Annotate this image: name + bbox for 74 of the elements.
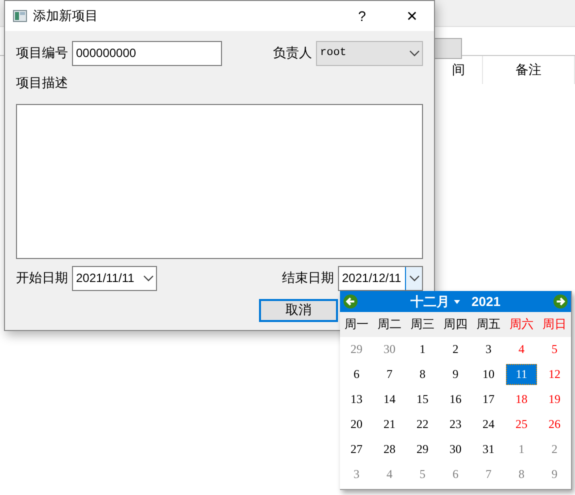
calendar-day[interactable]: 9 xyxy=(539,464,570,485)
calendar-day[interactable]: 25 xyxy=(506,414,537,435)
weekday-header: 周一 xyxy=(340,312,373,337)
field-label: 开始日期 xyxy=(16,269,68,287)
calendar-day[interactable]: 29 xyxy=(407,439,438,460)
calendar-day[interactable]: 17 xyxy=(473,389,504,410)
calendar-day[interactable]: 21 xyxy=(374,414,405,435)
calendar-day[interactable]: 11 xyxy=(506,364,537,385)
weekday-header: 周日 xyxy=(538,312,571,337)
column-header[interactable]: 备注 xyxy=(483,56,575,84)
chevron-down-icon xyxy=(142,274,154,282)
calendar-day[interactable]: 8 xyxy=(407,364,438,385)
calendar-day[interactable]: 28 xyxy=(374,439,405,460)
calendar-day[interactable]: 1 xyxy=(506,439,537,460)
calendar-day[interactable]: 2 xyxy=(440,339,471,360)
weekday-header: 周五 xyxy=(472,312,505,337)
calendar-day[interactable]: 4 xyxy=(374,464,405,485)
calendar-day[interactable]: 15 xyxy=(407,389,438,410)
calendar-day[interactable]: 7 xyxy=(374,364,405,385)
start-date-picker[interactable]: 2021/11/11 xyxy=(72,266,157,290)
calendar-day[interactable]: 30 xyxy=(440,439,471,460)
description-field[interactable] xyxy=(16,104,423,259)
calendar-day[interactable]: 6 xyxy=(341,364,372,385)
calendar-day[interactable]: 12 xyxy=(539,364,570,385)
calendar-day[interactable]: 2 xyxy=(539,439,570,460)
field-label: 结束日期 xyxy=(282,269,334,287)
calendar-day[interactable]: 30 xyxy=(374,339,405,360)
calendar-day[interactable]: 3 xyxy=(473,339,504,360)
calendar-day[interactable]: 1 xyxy=(407,339,438,360)
weekday-header: 周六 xyxy=(505,312,538,337)
calendar-day[interactable]: 10 xyxy=(473,364,504,385)
chevron-down-icon xyxy=(408,274,420,282)
calendar-day[interactable]: 31 xyxy=(473,439,504,460)
weekday-header: 周二 xyxy=(373,312,406,337)
chevron-down-icon xyxy=(408,50,420,56)
field-label: 项目编号 xyxy=(16,44,68,62)
calendar-day[interactable]: 22 xyxy=(407,414,438,435)
year-button[interactable]: 2021 xyxy=(468,294,504,309)
field-label: 项目描述 xyxy=(16,74,68,92)
input-field[interactable] xyxy=(435,38,462,59)
end-date-picker[interactable]: 2021/12/11 xyxy=(338,266,423,290)
calendar-day[interactable]: 18 xyxy=(506,389,537,410)
dialog-title: 添加新项目 xyxy=(33,7,99,25)
field-label: 负责人 xyxy=(273,44,312,62)
calendar-day[interactable]: 6 xyxy=(440,464,471,485)
left-arrow-icon[interactable] xyxy=(343,294,358,309)
calendar-day[interactable]: 5 xyxy=(539,339,570,360)
calendar-day[interactable]: 5 xyxy=(407,464,438,485)
calendar-day[interactable]: 9 xyxy=(440,364,471,385)
weekday-header: 周三 xyxy=(406,312,439,337)
calendar-day[interactable]: 29 xyxy=(341,339,372,360)
calendar-day[interactable]: 19 xyxy=(539,389,570,410)
calendar-day[interactable]: 26 xyxy=(539,414,570,435)
calendar-day[interactable]: 27 xyxy=(341,439,372,460)
weekday-header: 周四 xyxy=(439,312,472,337)
calendar-day[interactable]: 8 xyxy=(506,464,537,485)
calendar-day[interactable]: 24 xyxy=(473,414,504,435)
calendar-day[interactable]: 20 xyxy=(341,414,372,435)
right-arrow-icon[interactable] xyxy=(552,294,568,309)
calendar-day[interactable]: 7 xyxy=(473,464,504,485)
calendar-day[interactable]: 13 xyxy=(341,389,372,410)
caret-icon xyxy=(454,300,460,304)
dropdown-button[interactable] xyxy=(405,266,422,290)
calendar-day[interactable]: 4 xyxy=(506,339,537,360)
cancel-button[interactable]: 取消 xyxy=(259,298,338,322)
calendar-day[interactable]: 23 xyxy=(440,414,471,435)
app-icon xyxy=(13,10,27,22)
help-button[interactable]: ? xyxy=(340,1,384,31)
project-number-field[interactable]: 000000000 xyxy=(72,40,222,66)
month-button[interactable]: 十二月 xyxy=(406,292,454,310)
calendar-day[interactable]: 3 xyxy=(341,464,372,485)
calendar-day[interactable]: 14 xyxy=(374,389,405,410)
close-button[interactable]: ✕ xyxy=(390,1,434,31)
calendar-day[interactable]: 16 xyxy=(440,389,471,410)
